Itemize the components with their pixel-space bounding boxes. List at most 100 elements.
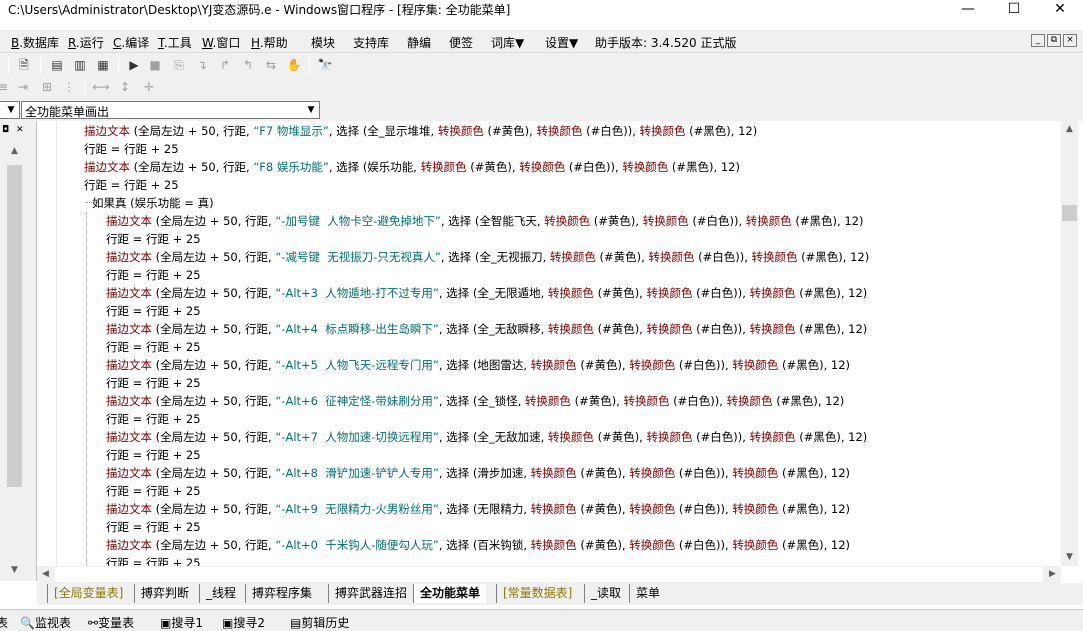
code-string: “-Alt+7 人物加速-切换远程用” — [275, 430, 439, 444]
menu-dictionary[interactable]: 词库▼ — [491, 34, 524, 51]
code-line[interactable]: 行距 = 行距 + 25 — [37, 230, 1061, 248]
editor-vertical-scrollbar-thumb[interactable] — [1062, 205, 1077, 221]
code-line[interactable]: 行距 = 行距 + 25 — [37, 338, 1061, 356]
tab-2[interactable]: _线程 — [199, 584, 242, 603]
code-line[interactable]: 描边文本 (全局左边 + 50, 行距, “F8 娱乐功能”, 选择 (娱乐功能… — [37, 158, 1061, 176]
run-icon[interactable]: ▶ — [125, 56, 143, 74]
bottom-tab-clip-history[interactable]: ▤剪辑历史 — [290, 614, 349, 631]
left-scrollbar-thumb[interactable] — [7, 165, 22, 487]
tab-8[interactable]: 菜单 — [629, 584, 666, 603]
code-line[interactable]: 行距 = 行距 + 25 — [37, 266, 1061, 284]
code-line[interactable]: 行距 = 行距 + 25 — [37, 554, 1061, 566]
code-line[interactable]: 描边文本 (全局左边 + 50, 行距, “F7 物堆显示”, 选择 (全_显示… — [37, 122, 1061, 140]
find-icon[interactable]: 🔭 — [316, 56, 334, 74]
step-out-icon[interactable]: ↱ — [216, 56, 234, 74]
code-line[interactable]: 行距 = 行距 + 25 — [37, 410, 1061, 428]
center-icon[interactable]: ✛ — [140, 78, 158, 96]
align-icon[interactable]: ≡ — [0, 78, 12, 96]
mdi-close-button[interactable]: × — [1063, 34, 1077, 47]
save-icon[interactable]: 🗎 — [15, 56, 33, 74]
tab-1[interactable]: 搏弈判断 — [134, 584, 195, 603]
code-line[interactable]: 描边文本 (全局左边 + 50, 行距, “-Alt+9 无限精力-火男粉丝用”… — [37, 500, 1061, 518]
hspace-icon[interactable]: ⟷ — [92, 78, 110, 96]
editor-horizontal-scrollbar-thumb[interactable] — [55, 567, 1043, 582]
code-command: 描边文本 — [84, 124, 130, 138]
code-text: (#黑色), 12) — [795, 286, 868, 300]
maximize-button[interactable]: ☐ — [991, 0, 1037, 20]
tab-3[interactable]: 搏弈程序集 — [245, 584, 318, 603]
editor-horizontal-scrollbar[interactable]: ◀ ▶ — [37, 566, 1061, 583]
step-into-icon[interactable]: ↴ — [193, 56, 211, 74]
bottom-tab-variables[interactable]: ⚯变量表 — [88, 614, 134, 631]
step-over-icon[interactable]: ⎘ — [170, 56, 188, 74]
size-icon[interactable]: ⊞ — [38, 78, 56, 96]
tab-6[interactable]: [常量数据表] — [496, 584, 578, 603]
code-line[interactable]: 描边文本 (全局左边 + 50, 行距, “-Alt+6 征神定怪-带妹刷分用”… — [37, 392, 1061, 410]
object-combo[interactable]: ▼ — [0, 101, 20, 119]
breakpoint-icon[interactable]: ⇆ — [262, 56, 280, 74]
menu-support-lib[interactable]: 支持库 — [353, 34, 389, 51]
bottom-tab-watch[interactable]: 🔍监视表 — [20, 614, 71, 631]
code-line[interactable]: 描边文本 (全局左边 + 50, 行距, “-减号键 无视振刀-只无视真人”, … — [37, 248, 1061, 266]
code-line[interactable]: 行距 = 行距 + 25 — [37, 482, 1061, 500]
tab-7[interactable]: _读取 — [584, 584, 627, 603]
vspace-icon[interactable]: ↕ — [116, 78, 134, 96]
tab-5[interactable]: 全功能菜单 — [413, 584, 487, 603]
menu-compile[interactable]: C.编译 — [113, 34, 149, 51]
scroll-up-icon[interactable]: ▲ — [6, 143, 23, 160]
layout3-icon[interactable]: ▦ — [94, 56, 112, 74]
code-line[interactable]: 描边文本 (全局左边 + 50, 行距, “-Alt+3 人物遁地-打不过专用”… — [37, 284, 1061, 302]
menu-help[interactable]: H.帮助 — [251, 34, 288, 51]
code-line[interactable]: 行距 = 行距 + 25 — [37, 374, 1061, 392]
code-line[interactable]: 描边文本 (全局左边 + 50, 行距, “-Alt+5 人物飞天-远程专门用”… — [37, 356, 1061, 374]
bottom-tab-search1[interactable]: ▣搜寻1 — [160, 614, 203, 631]
code-editor[interactable]: 描边文本 (全局左边 + 50, 行距, “F7 物堆显示”, 选择 (全_显示… — [37, 121, 1061, 566]
indent-icon[interactable]: ⇥ — [14, 78, 32, 96]
editor-vertical-scrollbar[interactable]: ▲ ▼ — [1061, 121, 1078, 566]
menu-database[interactable]: B.数据库 — [11, 34, 59, 51]
code-line[interactable]: 描边文本 (全局左边 + 50, 行距, “-Alt+8 滑铲加速-铲铲人专用”… — [37, 464, 1061, 482]
code-line[interactable]: 行距 = 行距 + 25 — [37, 176, 1061, 194]
bottom-tab-table[interactable]: 表 — [0, 614, 8, 631]
panel-controls[interactable]: ◘ ✕ — [2, 125, 26, 135]
code-line[interactable]: 描边文本 (全局左边 + 50, 行距, “-Alt+4 标点瞬移-出生岛瞬下”… — [37, 320, 1061, 338]
hand-icon[interactable]: ✋ — [285, 56, 303, 74]
mdi-minimize-button[interactable]: _ — [1031, 34, 1045, 47]
menu-notes[interactable]: 便签 — [449, 34, 473, 51]
minimize-button[interactable]: — — [945, 0, 991, 20]
code-line[interactable]: 行距 = 行距 + 25 — [37, 518, 1061, 536]
title-bar: C:\Users\Administrator\Desktop\YJ变态源码.e … — [0, 0, 1083, 30]
layout1-icon[interactable]: ▤ — [48, 56, 66, 74]
step-back-icon[interactable]: ↰ — [239, 56, 257, 74]
code-line[interactable]: 如果真 (娱乐功能 = 真) — [37, 194, 1061, 212]
code-text: 行距 = 行距 + 25 — [106, 556, 201, 566]
menu-compile-label: .编译 — [121, 36, 150, 50]
scroll-up-icon[interactable]: ▲ — [1061, 121, 1078, 138]
menu-static-compile[interactable]: 静编 — [407, 34, 431, 51]
code-line[interactable]: 描边文本 (全局左边 + 50, 行距, “-Alt+0 千米钩人-随便勾人玩”… — [37, 536, 1061, 554]
menu-tools[interactable]: T.工具 — [158, 34, 192, 51]
tab-0[interactable]: [全局变量表] — [47, 584, 129, 603]
code-line[interactable]: 行距 = 行距 + 25 — [37, 140, 1061, 158]
tab-4[interactable]: 搏弈武器连招 — [328, 584, 413, 603]
scroll-down-icon[interactable]: ▼ — [6, 562, 23, 579]
code-line[interactable]: 描边文本 (全局左边 + 50, 行距, “-Alt+7 人物加速-切换远程用”… — [37, 428, 1061, 446]
menu-window[interactable]: W.窗口 — [202, 34, 240, 51]
code-line[interactable]: 描边文本 (全局左边 + 50, 行距, “-加号键 人物卡空-避免掉地下”, … — [37, 212, 1061, 230]
menu-run[interactable]: R.运行 — [68, 34, 104, 51]
code-line[interactable]: 行距 = 行距 + 25 — [37, 302, 1061, 320]
mdi-restore-button[interactable]: ⧉ — [1047, 34, 1061, 47]
bottom-tab-search2[interactable]: ▣搜寻2 — [222, 614, 265, 631]
close-button[interactable]: ✕ — [1037, 0, 1083, 20]
code-line[interactable]: 行距 = 行距 + 25 — [37, 446, 1061, 464]
spacing-icon[interactable]: ⋮ — [60, 78, 78, 96]
scroll-right-icon[interactable]: ▶ — [1044, 566, 1061, 583]
scroll-left-icon[interactable]: ◀ — [37, 566, 54, 583]
layout2-icon[interactable]: ▥ — [71, 56, 89, 74]
stop-icon[interactable]: ■ — [146, 56, 164, 74]
menu-module[interactable]: 模块 — [311, 34, 335, 51]
left-scrollbar[interactable]: ▲ ▼ — [6, 143, 23, 579]
subroutine-combo[interactable]: 全功能菜单画出 ▼ — [21, 101, 320, 119]
scroll-down-icon[interactable]: ▼ — [1061, 549, 1078, 566]
menu-settings[interactable]: 设置▼ — [545, 34, 578, 51]
